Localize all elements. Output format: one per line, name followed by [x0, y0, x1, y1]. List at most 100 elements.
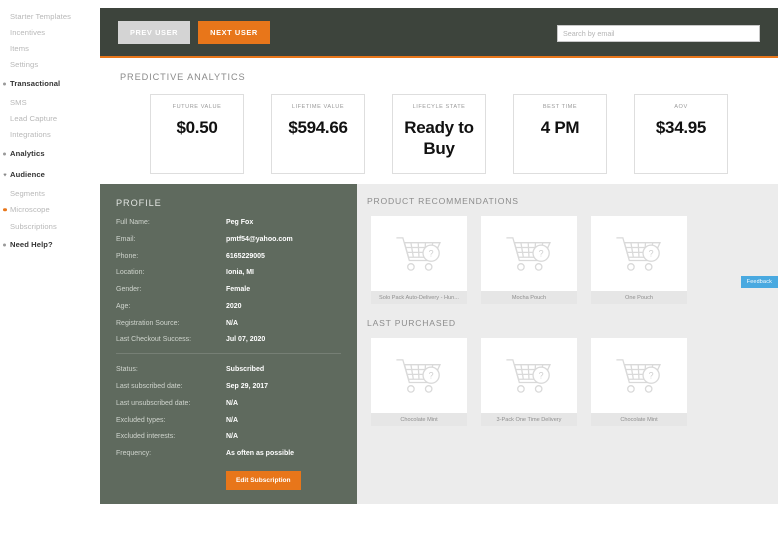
profile-field-value: Subscribed [226, 366, 265, 374]
cart-placeholder-icon: ? [591, 338, 687, 413]
metric-card-value: $34.95 [655, 118, 707, 137]
profile-field-value: Jul 07, 2020 [226, 336, 266, 344]
svg-text:?: ? [649, 370, 654, 380]
product-tile[interactable]: ? Mocha Pouch [481, 216, 577, 304]
predictive-analytics-section: PREDICTIVE ANALYTICS FUTURE VALUE $0.50 LI… [100, 58, 778, 184]
metric-card: LIFETIME VALUE $594.66 [271, 94, 365, 174]
svg-text:?: ? [429, 370, 434, 380]
profile-field-row: Email: pmtf54@yahoo.com [116, 236, 341, 244]
sidebar-item-analytics[interactable]: Analytics [0, 143, 100, 164]
product-recommendations-section: PRODUCT RECOMMENDATIONS ? Solo Pack Auto-… [357, 196, 778, 304]
sidebar-item-starter-templates[interactable]: Starter Templates [0, 8, 100, 24]
profile-field-key: Email: [116, 235, 136, 243]
sidebar-item-label: Lead Capture [10, 114, 58, 124]
product-recommendations-tiles: ? Solo Pack Auto-Delivery - Hun...? Mocha … [357, 216, 778, 304]
profile-field-row: Last Checkout Success: Jul 07, 2020 [116, 336, 341, 344]
search-input[interactable] [557, 24, 760, 42]
products-panel: PRODUCT RECOMMENDATIONS ? Solo Pack Auto-… [357, 184, 778, 504]
sidebar-item-sms[interactable]: SMS [0, 94, 100, 110]
sidebar-item-need-help[interactable]: Need Help? [0, 234, 100, 255]
product-recommendations-title: PRODUCT RECOMMENDATIONS [367, 196, 519, 206]
svg-text:?: ? [539, 248, 544, 258]
profile-field-value: As often as possible [226, 450, 295, 458]
sidebar-item-microscope[interactable]: Microscope [0, 202, 100, 218]
metric-card: AOV $34.95 [634, 94, 728, 174]
sidebar-item-label: Need Help? [10, 240, 53, 250]
profile-field-key: Full Name: [116, 219, 150, 226]
sidebar-item-items[interactable]: Items [0, 41, 100, 57]
product-tile[interactable]: ? Chocolate Mint [371, 338, 467, 426]
profile-field-value: Female [226, 286, 251, 294]
sidebar-item-audience[interactable]: Audience [0, 164, 100, 185]
profile-panel: PROFILE Full Name: Peg Fox Email: pmtf54@ya… [100, 184, 357, 504]
product-tile-caption: Solo Pack Auto-Delivery - Hun... [371, 291, 467, 304]
sidebar-item-segments[interactable]: Segments [0, 185, 100, 201]
cart-placeholder-icon: ? [371, 338, 467, 413]
profile-field-key: Frequency: [116, 450, 152, 458]
last-purchased-section: LAST PURCHASED ? Chocolate Mint? 3-Pack On… [357, 318, 778, 426]
chevron-down-icon [3, 173, 7, 177]
profile-field-key: Registration Source: [116, 319, 180, 327]
profile-field-value: N/A [226, 319, 239, 327]
sidebar-item-label: Segments [10, 189, 45, 198]
metric-card-value: $594.66 [288, 118, 348, 137]
last-purchased-tiles: ? Chocolate Mint? 3-Pack One Time Delivery… [357, 338, 778, 426]
cart-placeholder-icon: ? [591, 216, 687, 291]
sidebar-item-integrations[interactable]: Integrations [0, 127, 100, 143]
product-tile[interactable]: ? One Pouch [591, 216, 687, 304]
sidebar-item-label: Audience [10, 170, 45, 180]
sidebar-item-lead-capture[interactable]: Lead Capture [0, 111, 100, 127]
sidebar-item-label: Analytics [10, 149, 45, 159]
profile-field-row: Last unsubscribed date: N/A [116, 400, 341, 408]
product-tile[interactable]: ? Chocolate Mint [591, 338, 687, 426]
svg-text:?: ? [539, 370, 544, 380]
feedback-tab[interactable]: Feedback [740, 276, 778, 288]
profile-field-row: Frequency: As often as possible [116, 450, 341, 458]
profile-field-key: Excluded types: [116, 416, 166, 424]
sidebar-item-label: SMS [10, 97, 27, 107]
predictive-analytics-title: PREDICTIVE ANALYTICS [120, 72, 246, 82]
sidebar-item-label: Starter Templates [10, 11, 72, 21]
metric-card: BEST TIME 4 PM [513, 94, 607, 174]
product-tile-caption: 3-Pack One Time Delivery [481, 413, 577, 426]
microscope-user-page: Starter Templates Incentives Items Settings… [0, 0, 778, 551]
metric-card: LIFECYLE STATE Ready to Buy [392, 94, 486, 174]
product-tile[interactable]: ? 3-Pack One Time Delivery [481, 338, 577, 426]
profile-field-value: N/A [226, 433, 239, 441]
profile-field-value: N/A [226, 399, 239, 407]
sidebar-item-transactional[interactable]: Transactional [0, 73, 100, 94]
profile-field-value: Sep 29, 2017 [226, 383, 269, 391]
metric-card-value: $0.50 [176, 118, 218, 137]
profile-field-key: Location: [116, 269, 145, 277]
metric-card-label: BEST TIME [542, 104, 578, 110]
profile-field-row: Phone: 6165229005 [116, 253, 341, 261]
sidebar-item-label: Settings [10, 60, 39, 70]
profile-field-row: Registration Source: N/A [116, 320, 341, 328]
profile-field-value: 6165229005 [226, 252, 265, 260]
prev-user-button[interactable]: PREV USER [118, 20, 190, 44]
edit-subscription-button[interactable]: Edit Subscription [226, 470, 301, 490]
bullet-icon [3, 152, 6, 156]
sidebar-item-label: Microscope [10, 205, 50, 215]
profile-field-key: Last subscribed date: [116, 383, 183, 391]
profile-fields-top: Full Name: Peg Fox Email: pmtf54@yahoo.com P… [116, 219, 341, 345]
product-tile-caption: Chocolate Mint [371, 413, 467, 426]
sidebar-item-label: Items [10, 44, 30, 54]
bullet-icon [3, 208, 7, 212]
sidebar-item-subscriptions[interactable]: Subscriptions [0, 218, 100, 234]
profile-field-value: Peg Fox [226, 219, 254, 226]
sidebar-item-incentives[interactable]: Incentives [0, 24, 100, 40]
next-user-button[interactable]: NEXT USER [198, 20, 270, 44]
profile-divider [116, 353, 341, 355]
sidebar-item-settings[interactable]: Settings [0, 57, 100, 73]
search-container [557, 23, 760, 42]
cart-placeholder-icon: ? [481, 338, 577, 413]
sidebar-item-label: Integrations [10, 130, 51, 140]
product-tile-caption: Chocolate Mint [591, 413, 687, 426]
profile-field-value: pmtf54@yahoo.com [226, 235, 293, 243]
profile-field-row: Status: Subscribed [116, 366, 341, 374]
product-tile-caption: One Pouch [591, 291, 687, 304]
top-toolbar: PREV USER NEXT USER [100, 8, 778, 58]
profile-fields-bottom: Status: Subscribed Last subscribed date: Se… [116, 366, 341, 458]
product-tile[interactable]: ? Solo Pack Auto-Delivery - Hun... [371, 216, 467, 304]
